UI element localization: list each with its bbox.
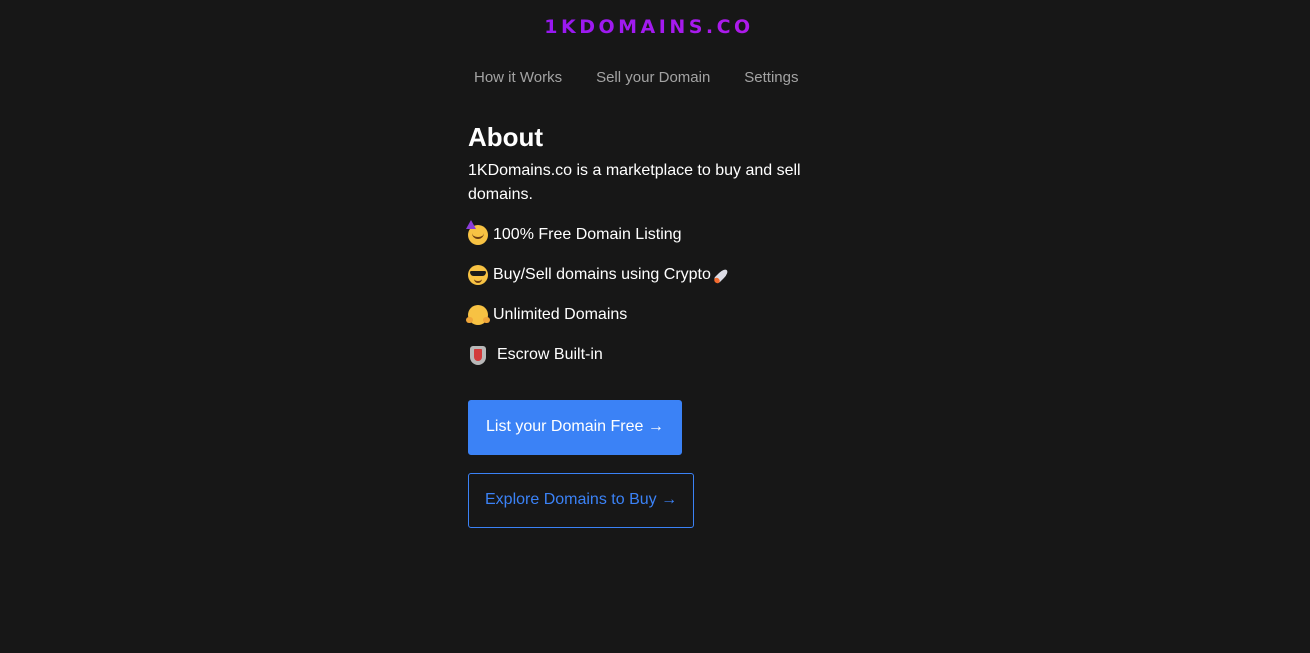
sunglasses-face-icon (468, 265, 488, 285)
about-section: About 1KDomains.co is a marketplace to b… (466, 118, 848, 528)
feature-label: 100% Free Domain Listing (493, 226, 682, 243)
feature-item-unlimited: Unlimited Domains (466, 303, 848, 327)
site-logo[interactable]: 1KDOMAINS.CO (0, 14, 1298, 40)
feature-item-free-listing: 100% Free Domain Listing (466, 220, 848, 247)
nav-settings[interactable]: Settings (744, 66, 798, 90)
about-description: 1KDomains.co is a marketplace to buy and… (468, 162, 801, 203)
feature-item-crypto: Buy/Sell domains using Crypto (468, 263, 848, 287)
feature-label: Unlimited Domains (493, 306, 628, 323)
nav-how-it-works[interactable]: How it Works (474, 66, 562, 90)
hugging-face-icon (466, 305, 490, 325)
explore-domains-button[interactable]: Explore Domains to Buy → (468, 473, 695, 528)
partying-face-icon (466, 220, 488, 245)
rocket-icon (712, 265, 732, 285)
nav-sell-your-domain[interactable]: Sell your Domain (596, 66, 710, 90)
list-domain-free-button[interactable]: List your Domain Free → (468, 400, 682, 455)
feature-label: Buy/Sell domains using Crypto (493, 266, 711, 283)
page-title: About (468, 122, 544, 152)
main-nav: How it Works Sell your Domain Settings (474, 66, 799, 90)
feature-label: Escrow Built-in (497, 346, 603, 363)
feature-item-escrow: Escrow Built-in (468, 343, 848, 367)
shield-icon (470, 345, 486, 365)
